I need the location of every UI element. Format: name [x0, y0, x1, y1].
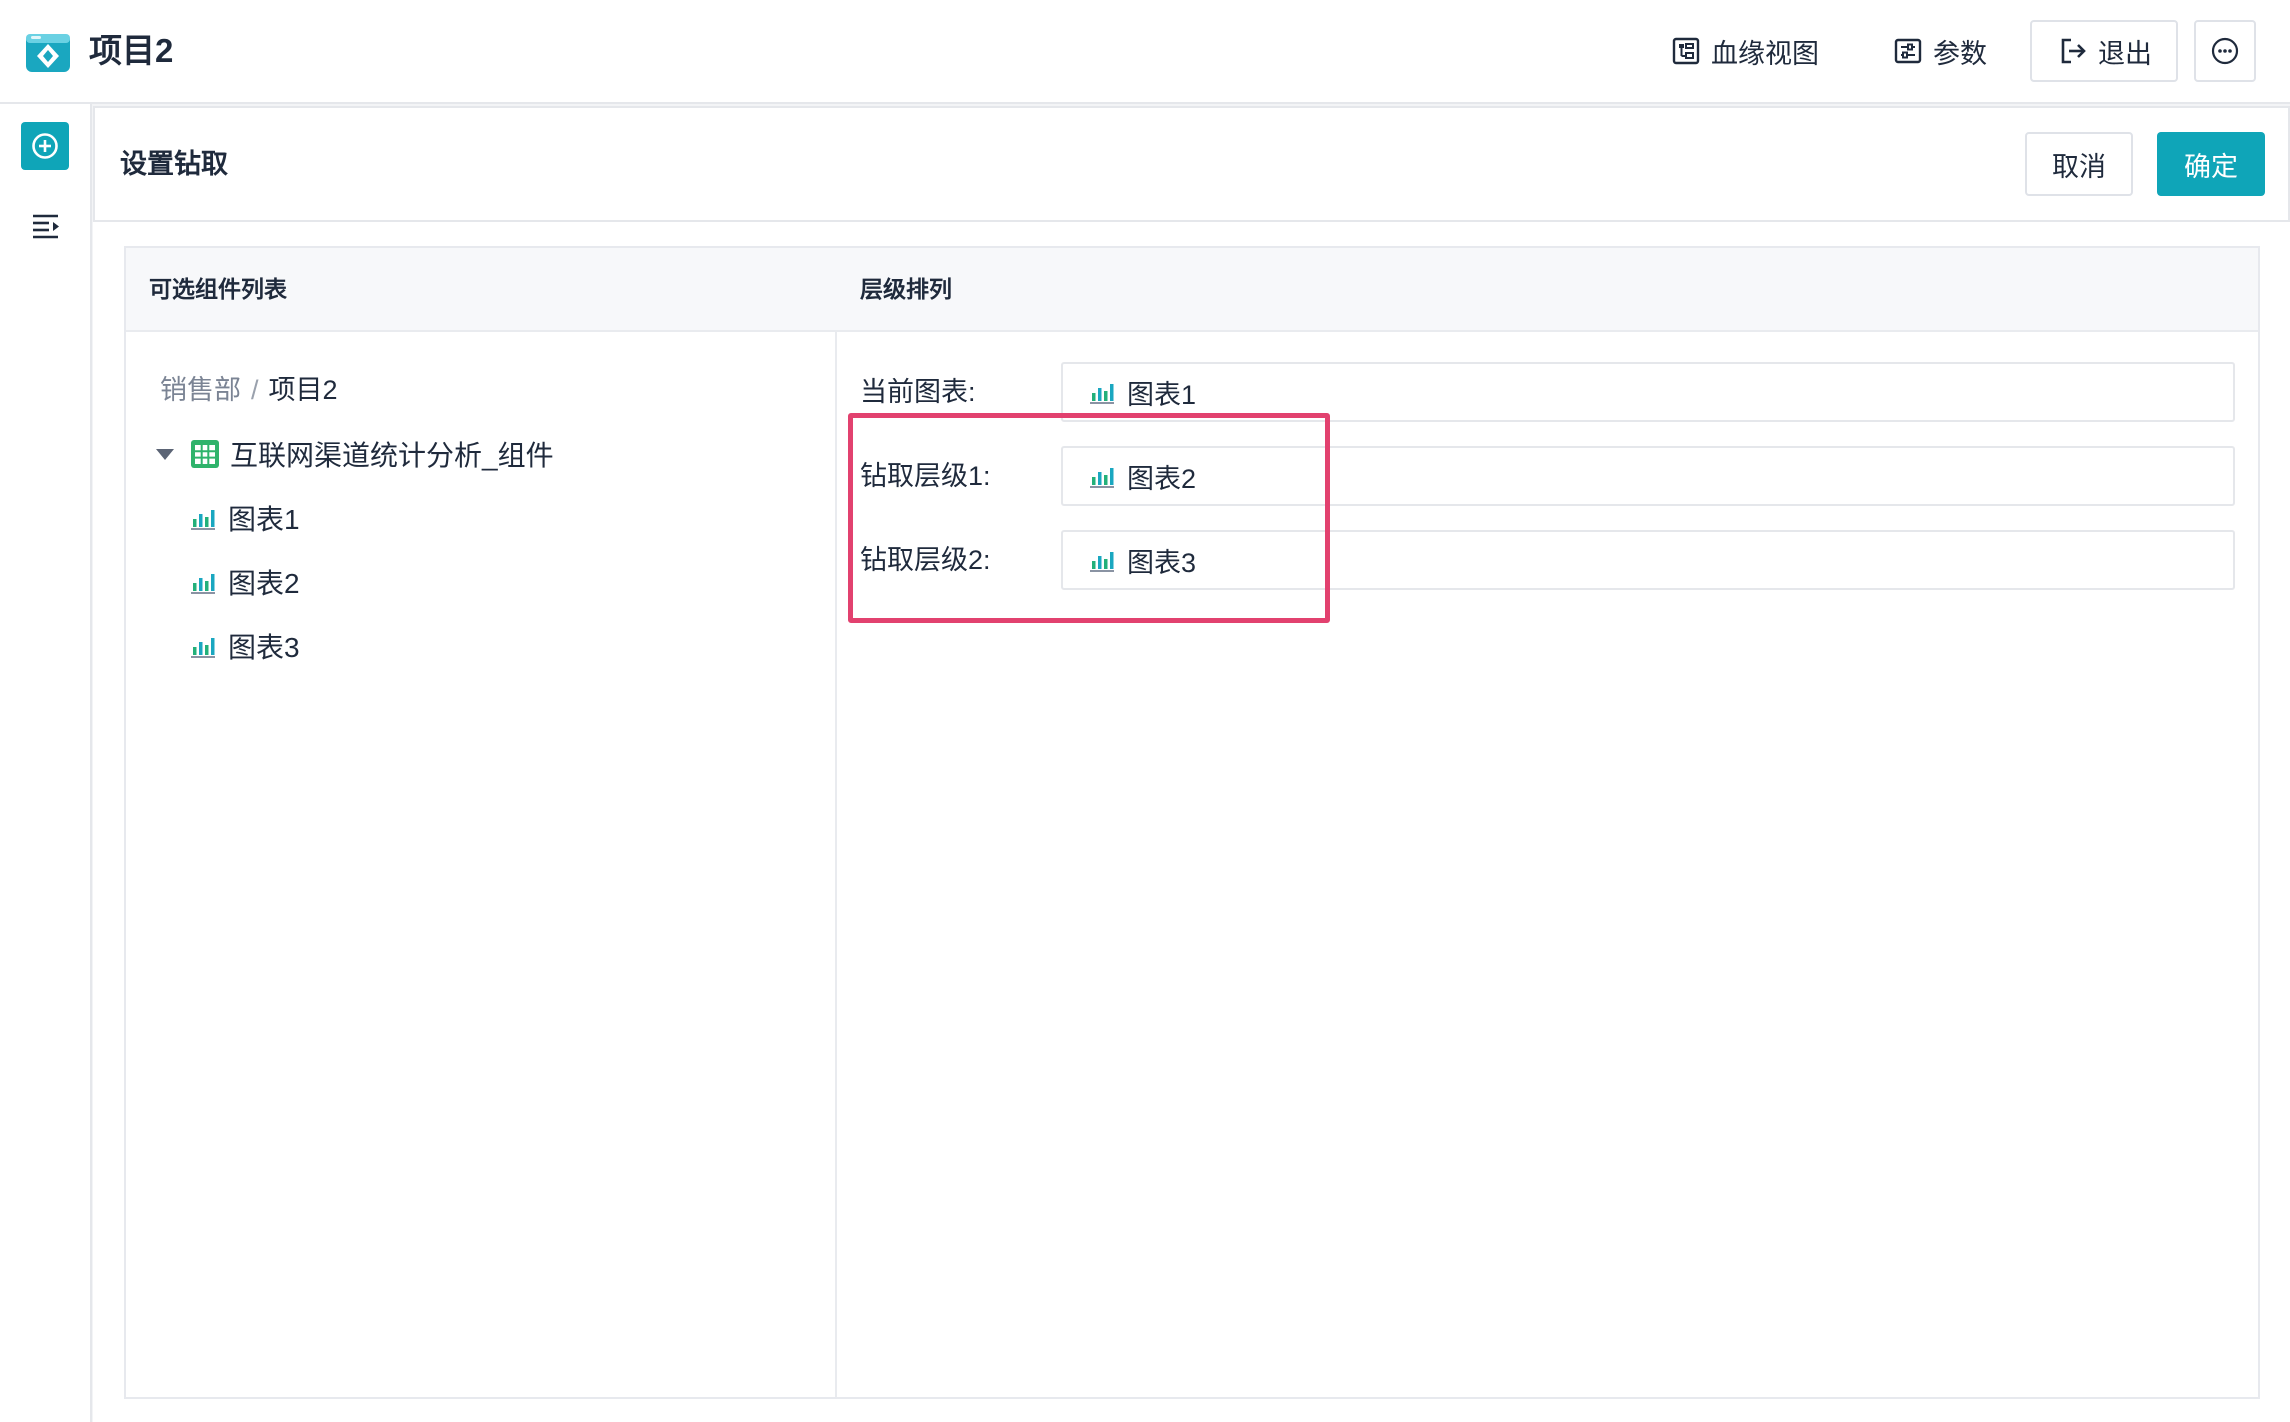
tree-folder-label: 互联网渠道统计分析_组件: [230, 440, 554, 471]
breadcrumb-separator: /: [251, 375, 259, 405]
tree-folder[interactable]: 互联网渠道统计分析_组件: [156, 434, 554, 474]
panel-title: 设置钻取: [120, 149, 228, 179]
params-button[interactable]: 参数: [1893, 20, 1987, 82]
ellipsis-circle-icon: [2211, 37, 2239, 65]
column-divider: [835, 332, 837, 1397]
cancel-button[interactable]: 取消: [2025, 132, 2133, 196]
level-slot-drill1[interactable]: 图表2: [1061, 446, 2235, 506]
breadcrumb-parent[interactable]: 销售部: [160, 372, 241, 408]
level-slot-drill2[interactable]: 图表3: [1061, 530, 2235, 590]
panel-header: 设置钻取 取消 确定: [93, 106, 2290, 222]
project-title: 项目2: [89, 32, 174, 69]
level-row-drill2: 钻取层级2: 图表3: [860, 530, 2238, 590]
confirm-button[interactable]: 确定: [2157, 132, 2265, 196]
level-value: 图表3: [1127, 547, 1197, 578]
params-label: 参数: [1933, 38, 1987, 69]
bar-chart-icon: [1090, 384, 1114, 404]
outline-button[interactable]: [28, 208, 64, 244]
bar-chart-icon: [1090, 552, 1114, 572]
level-label: 当前图表:: [860, 377, 976, 407]
level-label: 钻取层级2:: [860, 545, 991, 575]
bar-chart-icon: [191, 510, 215, 530]
left-rail: [0, 104, 92, 1422]
more-button[interactable]: [2194, 20, 2256, 82]
breadcrumb-current: 项目2: [268, 375, 338, 405]
tree-item-label: 图表3: [228, 632, 300, 663]
params-icon: [1894, 38, 1922, 64]
bar-chart-icon: [191, 638, 215, 658]
hierarchy-heading: 层级排列: [860, 276, 952, 302]
plus-circle-icon: [32, 133, 58, 159]
available-components-heading: 可选组件列表: [149, 276, 287, 302]
caret-down-icon[interactable]: [156, 448, 174, 460]
outline-list-icon: [33, 214, 59, 239]
add-component-button[interactable]: [21, 122, 69, 170]
app-logo-icon: [26, 34, 70, 72]
level-label: 钻取层级1:: [860, 461, 991, 491]
lineage-view-label: 血缘视图: [1711, 38, 1819, 69]
lineage-view-button[interactable]: 血缘视图: [1671, 20, 1819, 82]
tree-item-chart2[interactable]: 图表2: [190, 562, 300, 602]
drill-settings-panel: 设置钻取 取消 确定 可选组件列表 层级排列 销售部 / 项目2 互联网渠道统计…: [93, 106, 2290, 1422]
tree-item-label: 图表1: [228, 504, 300, 535]
level-row-current: 当前图表: 图表1: [860, 362, 2238, 422]
breadcrumb: 销售部 / 项目2: [160, 372, 338, 408]
top-header: 项目2 血缘视图 参数 退出: [0, 0, 2290, 104]
card-header: 可选组件列表 层级排列: [126, 248, 2258, 332]
drill-config-card: 可选组件列表 层级排列 销售部 / 项目2 互联网渠道统计分析_组件 图表1 图…: [124, 246, 2260, 1399]
tree-item-label: 图表2: [228, 568, 300, 599]
bar-chart-icon: [191, 574, 215, 594]
spreadsheet-icon: [191, 440, 219, 468]
level-value: 图表1: [1127, 379, 1197, 410]
level-row-drill1: 钻取层级1: 图表2: [860, 446, 2238, 506]
exit-label: 退出: [2098, 38, 2152, 69]
exit-button[interactable]: 退出: [2030, 20, 2178, 82]
level-slot-current[interactable]: 图表1: [1061, 362, 2235, 422]
tree-item-chart3[interactable]: 图表3: [190, 626, 300, 666]
tree-item-chart1[interactable]: 图表1: [190, 498, 300, 538]
bar-chart-icon: [1090, 468, 1114, 488]
level-value: 图表2: [1127, 463, 1197, 494]
exit-icon: [2061, 38, 2086, 64]
lineage-icon: [1672, 37, 1700, 65]
